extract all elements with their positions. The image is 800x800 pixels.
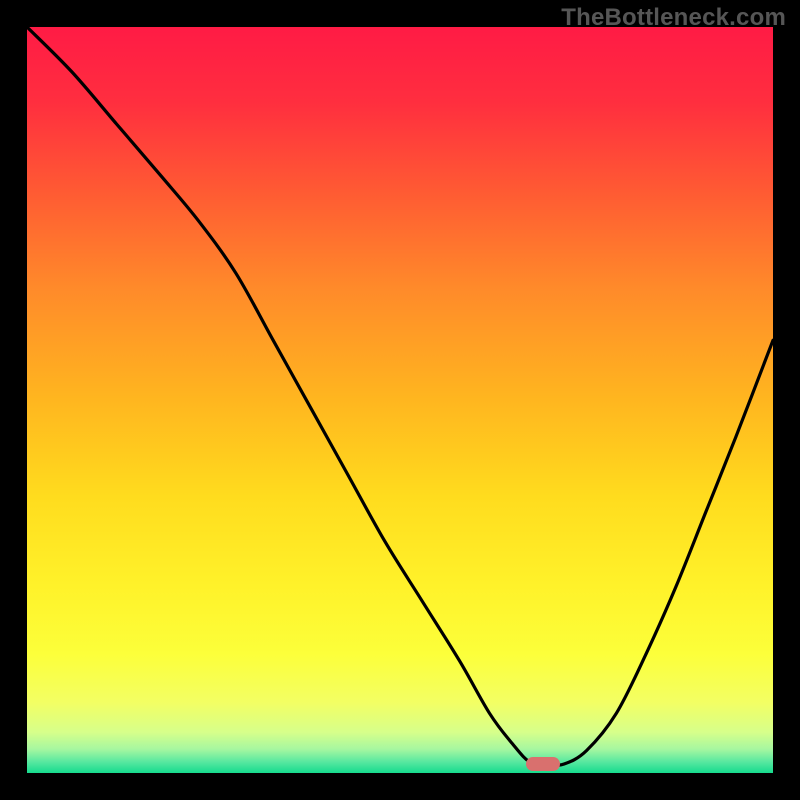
plot-area xyxy=(27,27,773,773)
chart-frame: TheBottleneck.com xyxy=(0,0,800,800)
bottleneck-curve xyxy=(27,27,773,773)
optimal-marker xyxy=(526,757,560,771)
